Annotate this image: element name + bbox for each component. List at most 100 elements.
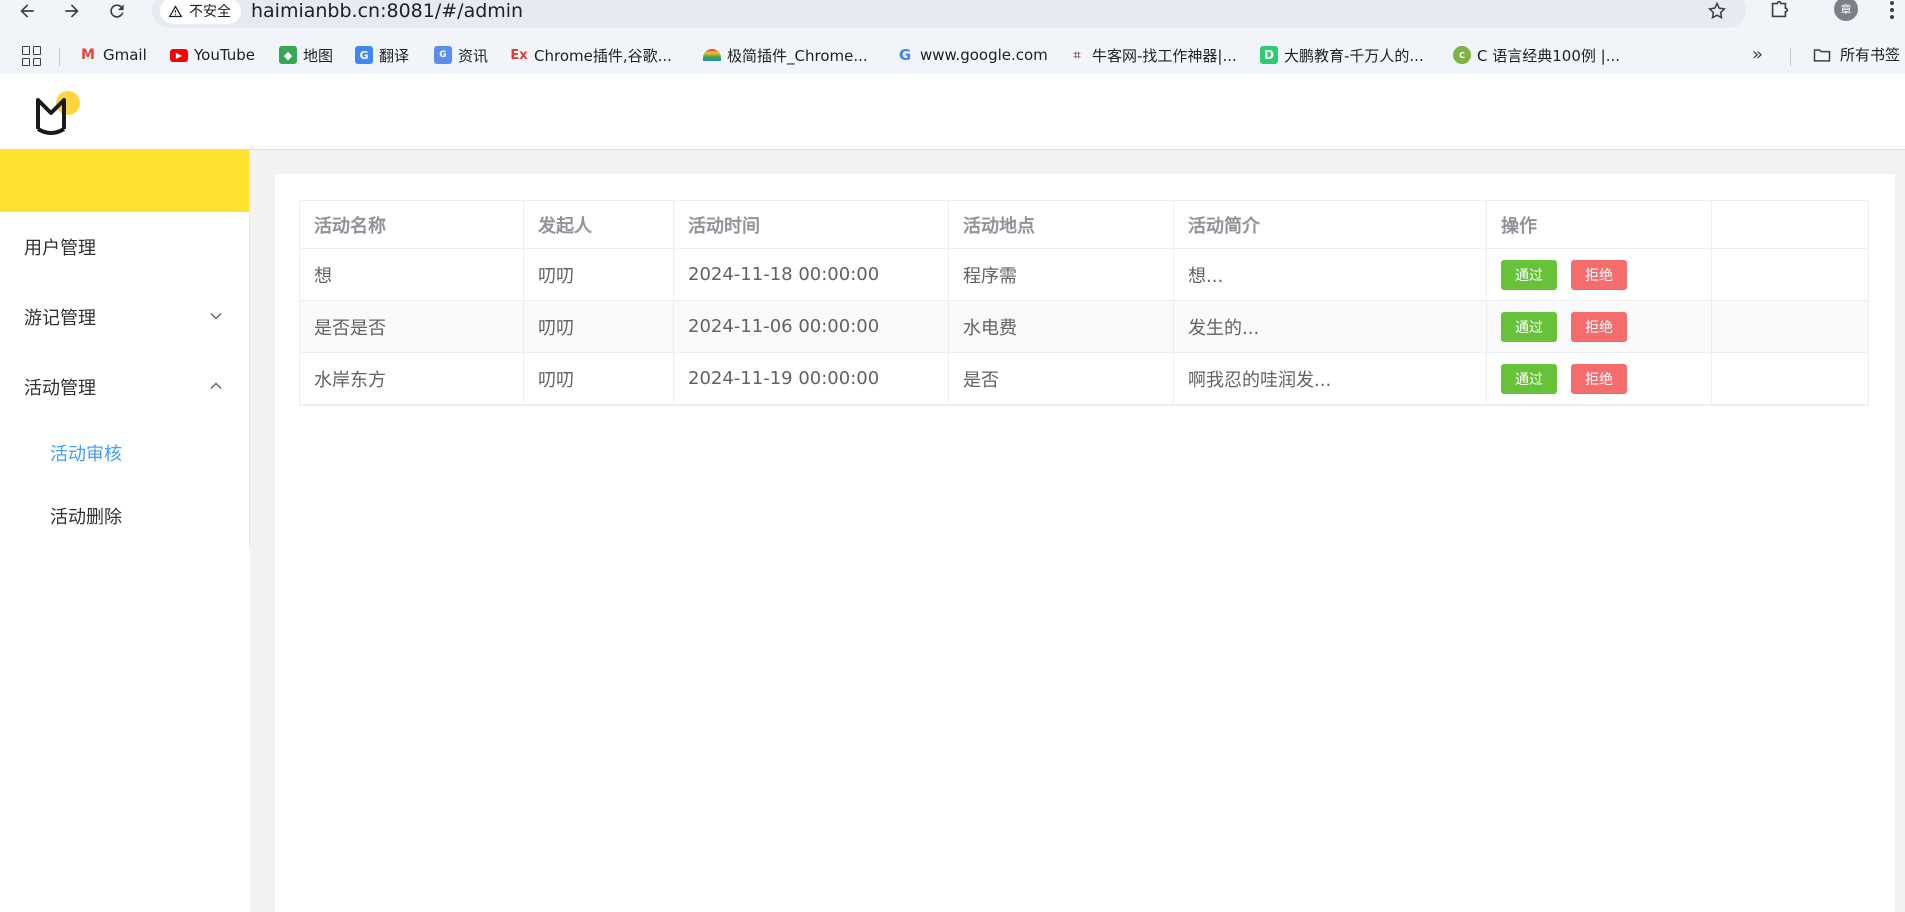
reject-button[interactable]: 拒绝 [1571, 259, 1627, 290]
cell-activity-intro: 啊我忍的哇润发... [1174, 353, 1487, 404]
bookmark-nowcoder[interactable]: ⌗ 牛客网-找工作神器|... [1068, 44, 1237, 66]
cell-activity-intro: 发生的... [1174, 301, 1487, 352]
activity-table: 活动名称 发起人 活动时间 活动地点 活动简介 操作 想 叨叨 2024-11-… [299, 200, 1869, 406]
column-header: 发起人 [524, 201, 674, 248]
bookmark-runoob[interactable]: C C 语言经典100例 |... [1453, 44, 1620, 66]
bookmark-gmail[interactable]: M Gmail [79, 44, 147, 66]
cell-actions: 通过 拒绝 [1487, 353, 1712, 404]
cell-activity-place: 水电费 [949, 301, 1174, 352]
cell-activity-name: 水岸东方 [300, 353, 524, 404]
sidebar-item-activity-management[interactable]: 活动管理 [0, 359, 249, 415]
app-header [0, 74, 1905, 150]
approve-button[interactable]: 通过 [1501, 363, 1557, 394]
maps-icon: ◆ [279, 46, 297, 64]
reload-icon[interactable] [102, 0, 132, 22]
bookmarks-bar: M Gmail ▶ YouTube ◆ 地图 G 翻译 G 资讯 Ex Chro… [0, 36, 1905, 74]
bookmark-label: YouTube [194, 46, 255, 64]
content-card: 活动名称 发起人 活动时间 活动地点 活动简介 操作 想 叨叨 2024-11-… [275, 174, 1895, 912]
bookmark-minimal-ext[interactable]: 极简插件_Chrome... [703, 44, 868, 66]
bookmark-news[interactable]: G 资讯 [434, 44, 488, 66]
column-header: 活动名称 [300, 201, 524, 248]
column-header: 活动地点 [949, 201, 1174, 248]
table-row: 想 叨叨 2024-11-18 00:00:00 程序需 想... 通过 拒绝 [300, 249, 1868, 301]
cell-activity-name: 想 [300, 249, 524, 300]
bookmark-maps[interactable]: ◆ 地图 [279, 44, 333, 66]
address-bar[interactable]: 不安全 haimianbb.cn:8081/#/admin [152, 0, 1746, 28]
approve-button[interactable]: 通过 [1501, 259, 1557, 290]
sidebar-subitem-activity-delete[interactable]: 活动删除 [0, 488, 249, 544]
forward-icon[interactable] [57, 0, 87, 22]
bookmark-label: 大鹏教育-千万人的... [1284, 46, 1424, 65]
sidebar-item-travelnote-management[interactable]: 游记管理 [0, 289, 249, 345]
bookmark-dapeng[interactable]: D 大鹏教育-千万人的... [1260, 44, 1424, 66]
apps-grid-icon[interactable] [22, 46, 42, 66]
cell-activity-intro: 想... [1174, 249, 1487, 300]
cell-initiator: 叨叨 [524, 301, 674, 352]
nowcoder-icon: ⌗ [1073, 47, 1081, 62]
menu-kebab-icon[interactable] [1884, 0, 1900, 22]
cell-actions: 通过 拒绝 [1487, 301, 1712, 352]
sidebar-brand-band [0, 150, 250, 212]
star-icon[interactable] [1704, 0, 1730, 24]
table-filler-cell [1712, 353, 1868, 404]
bookmarks-divider [59, 48, 60, 66]
sidebar-item-label: 游记管理 [24, 308, 96, 329]
security-label: 不安全 [189, 4, 231, 20]
table-header-row: 活动名称 发起人 活动时间 活动地点 活动简介 操作 [300, 201, 1868, 249]
reject-button[interactable]: 拒绝 [1571, 311, 1627, 342]
cell-activity-time: 2024-11-06 00:00:00 [674, 301, 949, 352]
column-header: 活动时间 [674, 201, 949, 248]
cell-activity-name: 是否是否 [300, 301, 524, 352]
app-logo[interactable] [34, 88, 84, 138]
reject-button[interactable]: 拒绝 [1571, 363, 1627, 394]
sidebar-item-label: 用户管理 [24, 238, 96, 259]
bookmark-label: www.google.com [920, 46, 1048, 64]
bookmark-label: 翻译 [379, 46, 410, 65]
sidebar-item-user-management[interactable]: 用户管理 [0, 219, 249, 275]
dapeng-icon: D [1260, 46, 1278, 64]
sidebar-subitem-label: 活动删除 [50, 507, 122, 528]
sidebar-subitem-activity-review[interactable]: 活动审核 [0, 425, 249, 481]
all-bookmarks-folder[interactable]: 所有书签 [1812, 44, 1900, 65]
browser-toolbar: 不安全 haimianbb.cn:8081/#/admin 章 [0, 0, 1905, 36]
sidebar: 用户管理 游记管理 活动管理 活动审核 活动删除 [0, 150, 250, 912]
bookmark-label: 极简插件_Chrome... [727, 46, 868, 65]
bookmark-youtube[interactable]: ▶ YouTube [170, 44, 255, 66]
ex-icon: Ex [510, 47, 528, 63]
sidebar-subitem-label: 活动审核 [50, 444, 122, 465]
bookmarks-divider [1790, 48, 1791, 66]
chevron-up-icon [210, 382, 222, 389]
runoob-icon: C [1453, 46, 1471, 64]
column-header: 活动简介 [1174, 201, 1487, 248]
bookmark-translate[interactable]: G 翻译 [355, 44, 409, 66]
bookmark-label: 地图 [303, 46, 334, 65]
bookmark-google[interactable]: G www.google.com [896, 44, 1048, 66]
gmail-icon: M [81, 47, 95, 63]
profile-avatar[interactable]: 章 [1834, 0, 1858, 21]
table-row: 是否是否 叨叨 2024-11-06 00:00:00 水电费 发生的... 通… [300, 301, 1868, 353]
security-chip[interactable]: 不安全 [160, 0, 241, 24]
bookmark-label: Gmail [103, 46, 147, 64]
bookmark-label: Chrome插件,谷歌... [534, 46, 672, 65]
cell-activity-time: 2024-11-19 00:00:00 [674, 353, 949, 404]
google-icon: G [898, 46, 912, 64]
chevron-down-icon [210, 313, 222, 320]
folder-icon [1813, 48, 1831, 62]
bookmark-label: 资讯 [458, 46, 489, 65]
all-bookmarks-label: 所有书签 [1840, 46, 1901, 64]
youtube-icon: ▶ [170, 48, 188, 62]
approve-button[interactable]: 通过 [1501, 311, 1557, 342]
url-text[interactable]: haimianbb.cn:8081/#/admin [251, 0, 523, 22]
back-icon[interactable] [12, 0, 42, 22]
main-content: 活动名称 发起人 活动时间 活动地点 活动简介 操作 想 叨叨 2024-11-… [250, 150, 1905, 912]
sidebar-item-label: 活动管理 [24, 378, 96, 399]
translate-icon: G [355, 46, 373, 64]
extensions-icon[interactable] [1764, 0, 1794, 21]
cell-actions: 通过 拒绝 [1487, 249, 1712, 300]
bookmark-chrome-ext[interactable]: Ex Chrome插件,谷歌... [510, 44, 672, 66]
news-icon: G [434, 46, 452, 64]
more-bookmarks-icon[interactable]: » [1752, 44, 1763, 65]
cell-activity-place: 程序需 [949, 249, 1174, 300]
bookmark-label: C 语言经典100例 |... [1477, 46, 1620, 65]
table-filler-cell [1712, 201, 1868, 248]
